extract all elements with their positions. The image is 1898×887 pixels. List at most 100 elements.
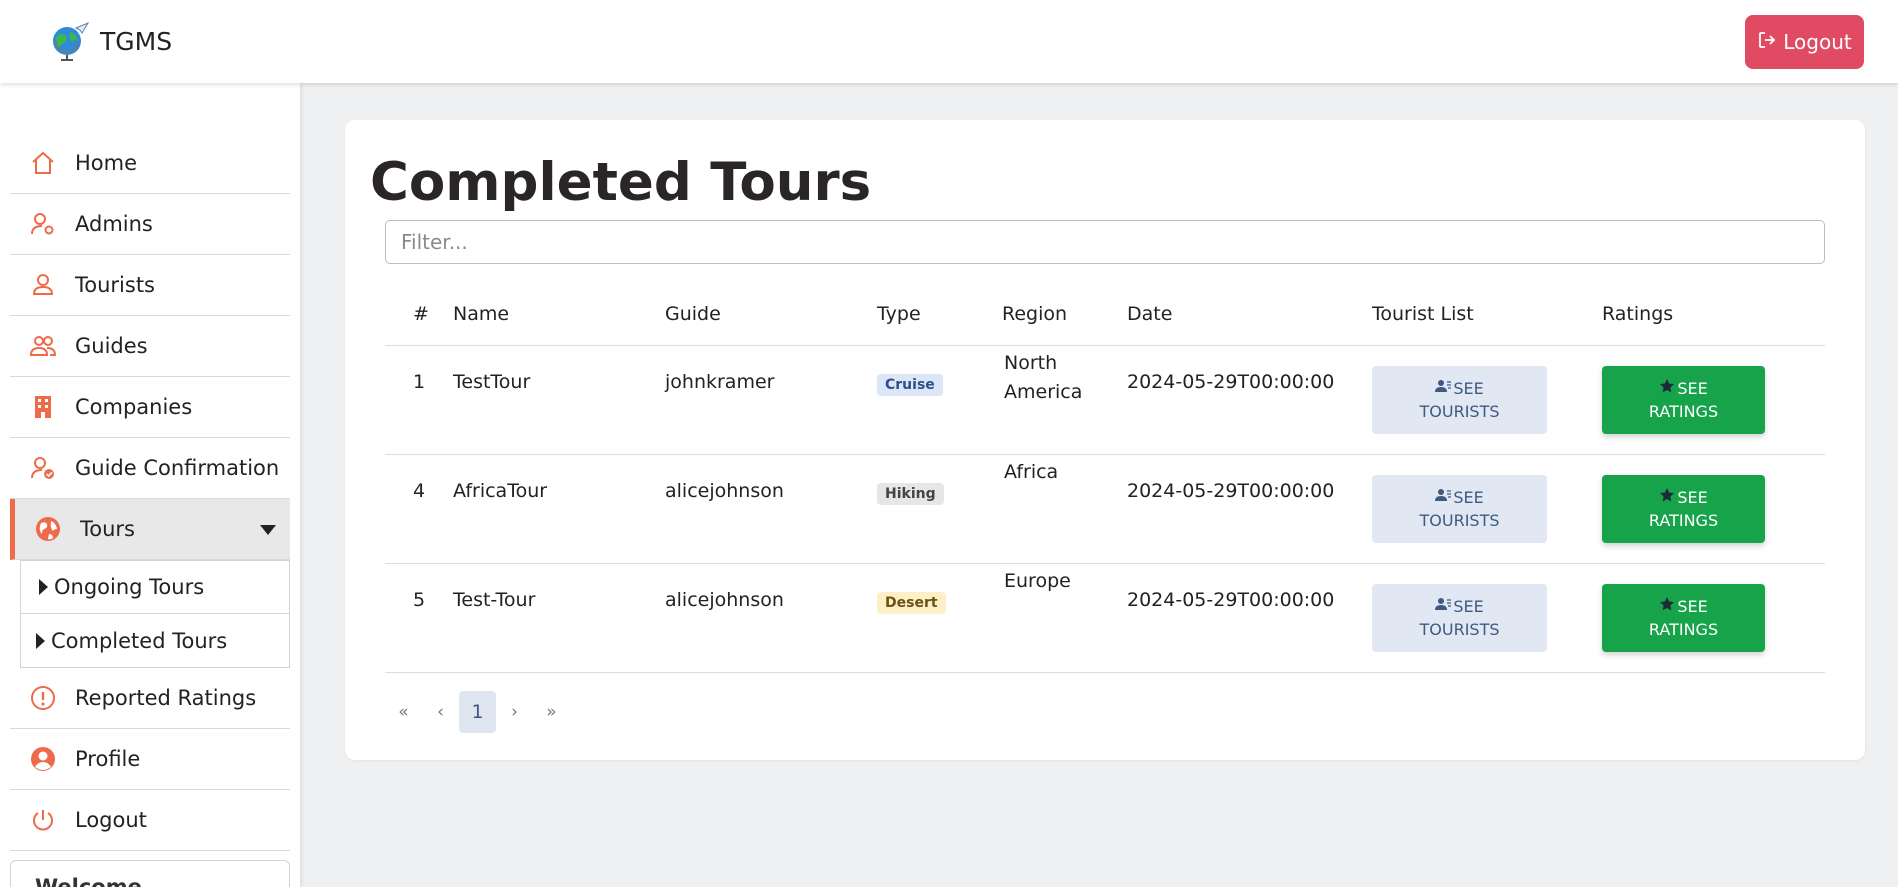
column-header[interactable]: Type [877,283,1002,346]
sidebar-item-label: Profile [75,747,141,771]
sidebar-item-profile[interactable]: Profile [10,729,290,790]
cell-name: TestTour [453,345,665,455]
sidebar-item-home[interactable]: Home [10,133,290,194]
column-header[interactable]: Region [1002,283,1127,346]
cell-tourist-list: SEE TOURISTS [1372,563,1602,673]
next-page-button[interactable]: › [496,691,533,733]
table-row: 1 TestTour johnkramer Cruise North Americ… [385,345,1825,455]
cell-name: Test-Tour [453,563,665,673]
table-header-row: # Name Guide Type Region Date Tourist Li… [385,283,1825,346]
see-ratings-button[interactable]: SEE RATINGS [1602,583,1765,652]
column-header[interactable]: Date [1127,283,1372,346]
see-tourists-text-2: TOURISTS [1419,619,1500,639]
cell-guide: alicejohnson [665,454,877,564]
last-page-button[interactable]: » [533,691,570,733]
column-header[interactable]: Guide [665,283,877,346]
building-icon [28,392,58,422]
see-tourists-text-1: SEE [1453,378,1484,398]
top-navbar: TGMS Logout [0,0,1898,83]
see-tourists-button[interactable]: SEE TOURISTS [1372,583,1547,652]
cell-type: Desert [877,563,1002,673]
table-row: 4 AfricaTour alicejohnson Hiking Africa … [385,454,1825,564]
see-ratings-line-1: SEE [1659,595,1708,618]
type-badge: Desert [877,591,946,614]
sidebar-item-label: Reported Ratings [75,686,257,710]
star-icon [1659,377,1675,400]
cell-ratings: SEE RATINGS [1602,345,1825,455]
sidebar-item-guide-confirmation[interactable]: Guide Confirmation [10,438,290,499]
see-tourists-button[interactable]: SEE TOURISTS [1372,474,1547,543]
type-badge: Cruise [877,373,943,396]
sidebar-subitem-ongoing-tours[interactable]: Ongoing Tours [21,561,289,614]
sidebar-item-label: Guides [75,334,148,358]
globe-plane-icon [48,20,90,62]
sidebar-item-label: Logout [75,808,147,832]
sidebar-subitem-completed-tours[interactable]: Completed Tours [21,614,289,667]
cell-type: Hiking [877,454,1002,564]
sidebar-item-guides[interactable]: Guides [10,316,290,377]
see-tourists-button[interactable]: SEE TOURISTS [1372,365,1547,434]
sidebar-item-logout[interactable]: Logout [10,790,290,851]
cell-type: Cruise [877,345,1002,455]
see-ratings-text-2: RATINGS [1648,510,1719,530]
page-title: Completed Tours [370,152,872,213]
see-ratings-line-1: SEE [1659,377,1708,400]
sidebar-item-tourists[interactable]: Tourists [10,255,290,316]
user-circle-icon [28,744,58,774]
star-icon [1659,595,1675,618]
sidebar-item-tours[interactable]: Tours [10,499,290,560]
region-line-1: Europe [1004,569,1071,592]
current-page-button[interactable]: 1 [459,691,496,733]
cell-region: North America [1002,345,1127,455]
user-list-icon [1435,377,1452,400]
sidebar-item-label: Tours [80,517,135,541]
cell-tourist-list: SEE TOURISTS [1372,345,1602,455]
region-line-1: North [1004,351,1058,374]
cell-name: AfricaTour [453,454,665,564]
see-ratings-text-2: RATINGS [1648,401,1719,421]
exclamation-circle-icon [28,683,58,713]
brand[interactable]: TGMS [48,20,172,62]
sign-out-icon [1757,30,1777,55]
sidebar: Home Admins Tourists Guides Companies Gu… [0,83,300,887]
see-ratings-button[interactable]: SEE RATINGS [1602,365,1765,434]
column-header[interactable]: Ratings [1602,283,1825,346]
user-check-icon [28,453,58,483]
tours-table: # Name Guide Type Region Date Tourist Li… [385,283,1825,673]
filter-input[interactable] [385,220,1825,264]
sidebar-item-reported-ratings[interactable]: Reported Ratings [10,668,290,729]
table-row: 5 Test-Tour alicejohnson Desert Europe 2… [385,563,1825,673]
power-icon [28,805,58,835]
see-tourists-text-2: TOURISTS [1419,401,1500,421]
cell-ratings: SEE RATINGS [1602,454,1825,564]
see-ratings-text-2: RATINGS [1648,619,1719,639]
see-tourists-text-1: SEE [1453,596,1484,616]
cell-date: 2024-05-29T00:00:00 [1127,345,1372,455]
user-list-icon [1435,595,1452,618]
user-list-icon [1435,486,1452,509]
region-line-1: Africa [1004,460,1059,483]
welcome-box: Welcome @burakcazli [10,860,290,887]
sidebar-item-label: Admins [75,212,153,236]
cell-id: 1 [385,345,453,455]
sidebar-item-label: Guide Confirmation [75,456,280,480]
sidebar-item-admins[interactable]: Admins [10,194,290,255]
column-header[interactable]: # [385,283,453,346]
logout-button[interactable]: Logout [1745,15,1864,69]
first-page-button[interactable]: « [385,691,422,733]
caret-right-icon [36,632,45,649]
column-header[interactable]: Tourist List [1372,283,1602,346]
prev-page-button[interactable]: ‹ [422,691,459,733]
user-icon [28,270,58,300]
see-ratings-text-1: SEE [1677,487,1708,507]
user-gear-icon [28,209,58,239]
cell-id: 4 [385,454,453,564]
sidebar-item-companies[interactable]: Companies [10,377,290,438]
cell-region: Europe [1002,563,1127,673]
cell-date: 2024-05-29T00:00:00 [1127,563,1372,673]
subitem-label: Completed Tours [51,628,228,653]
column-header[interactable]: Name [453,283,665,346]
sidebar-item-label: Companies [75,395,193,419]
see-ratings-button[interactable]: SEE RATINGS [1602,474,1765,543]
completed-tours-card: Completed Tours # Name Guide Type Region… [345,120,1865,760]
